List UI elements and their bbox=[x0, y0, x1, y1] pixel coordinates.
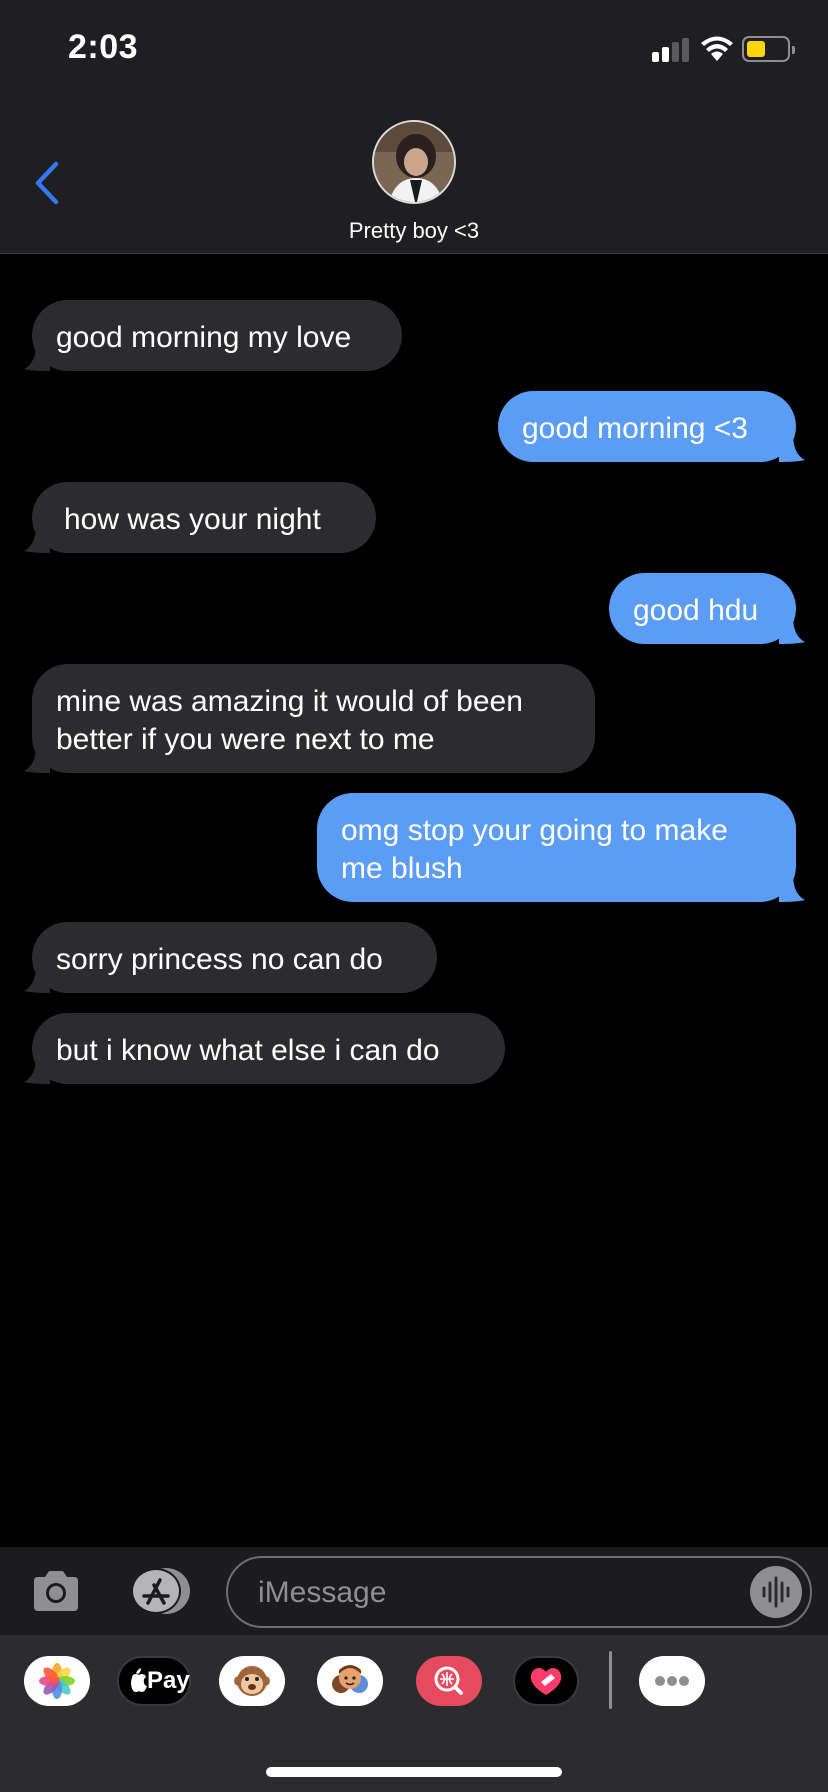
message-input[interactable]: iMessage bbox=[226, 1556, 812, 1628]
chevron-left-icon[interactable] bbox=[30, 160, 66, 206]
message-text: sorry princess no can do bbox=[56, 943, 383, 976]
message-text: good morning my love bbox=[56, 321, 352, 354]
apple-pay-icon[interactable]: Pay bbox=[117, 1656, 191, 1706]
message-input-placeholder: iMessage bbox=[258, 1576, 387, 1609]
message-text: good hdu bbox=[633, 594, 759, 627]
message-text: good morning <3 bbox=[522, 412, 748, 445]
incoming-message[interactable]: sorry princess no can do bbox=[32, 922, 437, 993]
incoming-message[interactable]: mine was amazing it would of been better… bbox=[32, 664, 595, 773]
conversation-header: 2:03 Pretty boy <3 bbox=[0, 0, 828, 254]
outgoing-message[interactable]: omg stop your going to make me blush bbox=[317, 793, 796, 902]
app-drawer: Pay bbox=[0, 1635, 828, 1792]
message-text: mine was amazing it would of been better… bbox=[56, 685, 523, 756]
heart-app-icon[interactable] bbox=[513, 1656, 579, 1706]
message-text: but i know what else i can do bbox=[56, 1034, 440, 1067]
drawer-divider bbox=[609, 1651, 612, 1709]
bubble-tail bbox=[24, 1056, 50, 1084]
home-indicator[interactable] bbox=[266, 1767, 562, 1777]
memoji-icon[interactable] bbox=[317, 1656, 383, 1706]
bubble-tail bbox=[779, 616, 805, 644]
bubble-tail bbox=[24, 745, 50, 773]
outgoing-message[interactable]: good hdu bbox=[609, 573, 796, 644]
wifi-icon bbox=[701, 36, 733, 61]
message-text: omg stop your going to make me blush bbox=[341, 814, 728, 885]
incoming-message[interactable]: how was your night bbox=[32, 482, 376, 553]
app-store-icon[interactable] bbox=[126, 1567, 192, 1615]
more-icon[interactable] bbox=[639, 1656, 705, 1706]
message-composer: iMessage bbox=[0, 1547, 828, 1635]
battery-icon bbox=[742, 36, 795, 62]
outgoing-message[interactable]: good morning <3 bbox=[498, 391, 796, 462]
contact-avatar[interactable] bbox=[372, 120, 456, 204]
apple-pay-label: Pay bbox=[147, 1667, 190, 1694]
animoji-icon[interactable] bbox=[219, 1656, 285, 1706]
incoming-message[interactable]: but i know what else i can do bbox=[32, 1013, 505, 1084]
message-text: how was your night bbox=[64, 503, 321, 536]
camera-icon[interactable] bbox=[30, 1567, 82, 1615]
status-time: 2:03 bbox=[68, 28, 139, 66]
bubble-tail bbox=[24, 965, 50, 993]
photos-icon[interactable] bbox=[24, 1656, 90, 1706]
waveform-icon[interactable] bbox=[750, 1566, 802, 1618]
bubble-tail bbox=[24, 343, 50, 371]
contact-name[interactable]: Pretty boy <3 bbox=[0, 218, 828, 244]
bubble-tail bbox=[779, 434, 805, 462]
bubble-tail bbox=[779, 874, 805, 902]
bubble-tail bbox=[24, 525, 50, 553]
image-search-icon[interactable] bbox=[416, 1656, 482, 1706]
incoming-message[interactable]: good morning my love bbox=[32, 300, 402, 371]
cellular-signal-icon bbox=[652, 38, 690, 62]
message-thread: good morning my love good morning <3 how… bbox=[0, 255, 828, 1545]
